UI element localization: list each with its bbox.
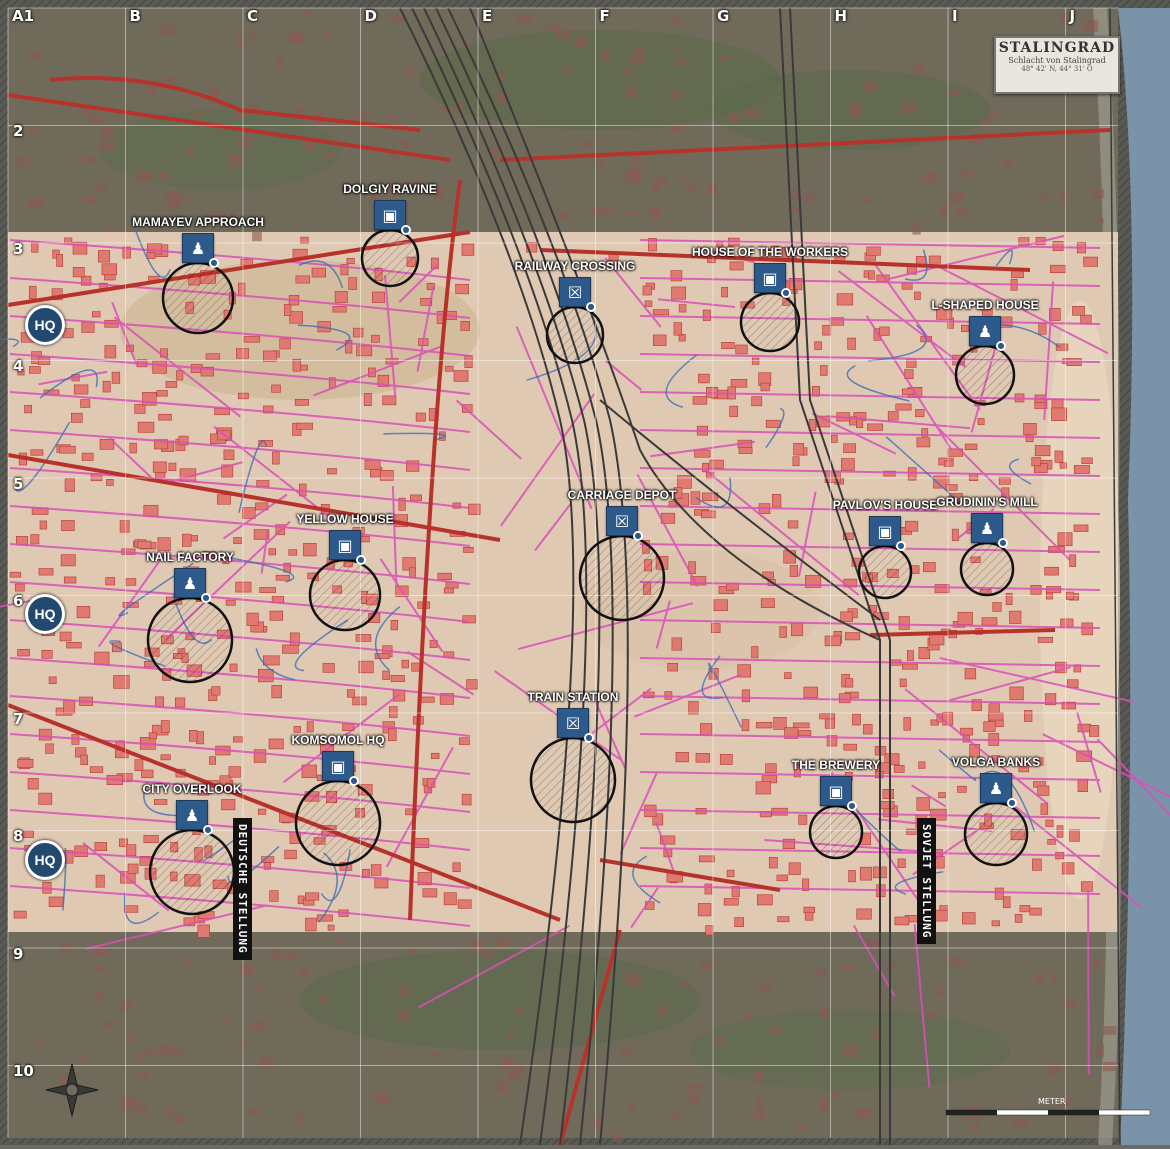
grid-row-label: 6 [13,592,24,610]
objective-area [294,779,382,867]
explosive-icon[interactable]: ☒ ● [557,708,594,743]
hq-marker-south[interactable]: HQ [25,840,65,880]
scale-bar [945,1109,1151,1116]
grid-row-label: 5 [13,474,24,493]
lock-icon: ● [998,538,1008,548]
objective-area [739,291,801,353]
objective-label: NAIL FACTORY [146,550,234,564]
hq-marker-center[interactable]: HQ [25,594,65,634]
grid-column-label: H [834,7,848,25]
grid-row-label: 2 [13,122,24,140]
lock-icon: ● [401,225,411,235]
grid-column-label: D [364,7,377,25]
supply-icon[interactable]: ▣ ● [754,263,791,298]
grid-row-label: 4 [13,357,24,375]
objective-label: TRAIN STATION [527,690,619,704]
objective-area [857,544,913,600]
map-subtitle: Schlacht von Stalingrad [1008,56,1106,65]
objective-label: DOLGIY RAVINE [343,182,437,196]
objective-area [148,828,236,916]
objective-area [963,801,1029,867]
objective-label: CARRIAGE DEPOT [567,488,677,502]
objective-area [545,305,605,365]
objective-area [954,344,1016,406]
map-title-box: STALINGRAD Schlacht von Stalingrad 48° 4… [994,36,1120,94]
grid-column-label: A1 [12,7,35,25]
objective-area [308,558,382,632]
lock-icon: ● [203,825,213,835]
german-line-label: DEUTSCHE STELLUNG [233,818,252,960]
lock-icon: ● [209,258,219,268]
objective-label: YELLOW HOUSE [296,512,394,526]
infantry-icon[interactable]: ♟ ● [969,316,1006,351]
objective-area [808,804,864,860]
grid-row-label: 3 [13,239,24,258]
lock-icon: ● [781,288,791,298]
lock-icon: ● [349,776,359,786]
grid-column-label: G [717,7,730,25]
objective-area [529,736,617,824]
lock-icon: ● [896,541,906,551]
supply-icon[interactable]: ▣ ● [322,751,359,786]
grid-column-label: E [482,7,493,25]
explosive-icon[interactable]: ☒ ● [606,506,643,541]
grid-row-label: 9 [13,944,24,963]
infantry-icon[interactable]: ♟ ● [980,773,1017,808]
grid-row-label: 7 [13,709,24,728]
objective-area [161,261,235,335]
infantry-icon[interactable]: ♟ ● [174,568,211,603]
objective-area [959,541,1015,597]
infantry-icon[interactable]: ♟ ● [182,233,219,268]
grid-column-label: F [599,7,610,25]
lock-icon: ● [1007,798,1017,808]
lock-icon: ● [584,733,594,743]
objective-label: GRUDININ'S MILL [936,495,1038,509]
supply-icon[interactable]: ▣ ● [374,200,411,235]
supply-icon[interactable]: ▣ ● [869,516,906,551]
grid-column-label: J [1069,7,1076,25]
grid-row-label: 8 [13,827,24,845]
supply-icon[interactable]: ▣ ● [820,776,857,811]
objective-area [578,534,666,622]
hq-marker-north[interactable]: HQ [25,305,65,345]
objective-area [146,596,234,684]
lock-icon: ● [201,593,211,603]
lock-icon: ● [847,801,857,811]
lock-icon: ● [996,341,1006,351]
map-title: STALINGRAD [998,40,1116,56]
battle-map: A1 B C D E F G H I J 2 3 4 5 6 7 8 9 10 STALINGRAD Schlach… [0,0,1170,1146]
soviet-line-label: SOVJET STELLUNG [917,818,936,945]
lock-icon: ● [356,555,366,565]
objective-label: THE BREWERY [791,758,881,772]
scale-label: METER [1038,1097,1066,1106]
grid-column-label: B [129,7,141,25]
objective-label: L-SHAPED HOUSE [931,298,1039,312]
objective-label: RAILWAY CROSSING [514,259,636,273]
objective-label: HOUSE OF THE WORKERS [691,245,849,259]
explosive-icon[interactable]: ☒ ● [559,277,596,312]
grid-row-label: 10 [13,1062,34,1080]
infantry-icon[interactable]: ♟ ● [176,800,213,835]
objective-label: MAMAYEV APPROACH [132,215,264,229]
supply-icon[interactable]: ▣ ● [329,530,366,565]
lock-icon: ● [633,531,643,541]
infantry-icon[interactable]: ♟ ● [971,513,1008,548]
objective-label: KOMSOMOL HQ [291,733,385,747]
objective-label: VOLGA BANKS [951,755,1041,769]
objective-label: PAVLOV'S HOUSE [832,498,938,512]
objective-label: CITY OVERLOOK [142,782,242,796]
grid-column-label: C [247,7,259,25]
lock-icon: ● [586,302,596,312]
grid-column-label: I [952,7,958,25]
map-coordinates: 48° 42' N, 44° 31' O [1021,65,1093,73]
objective-area [360,228,420,288]
